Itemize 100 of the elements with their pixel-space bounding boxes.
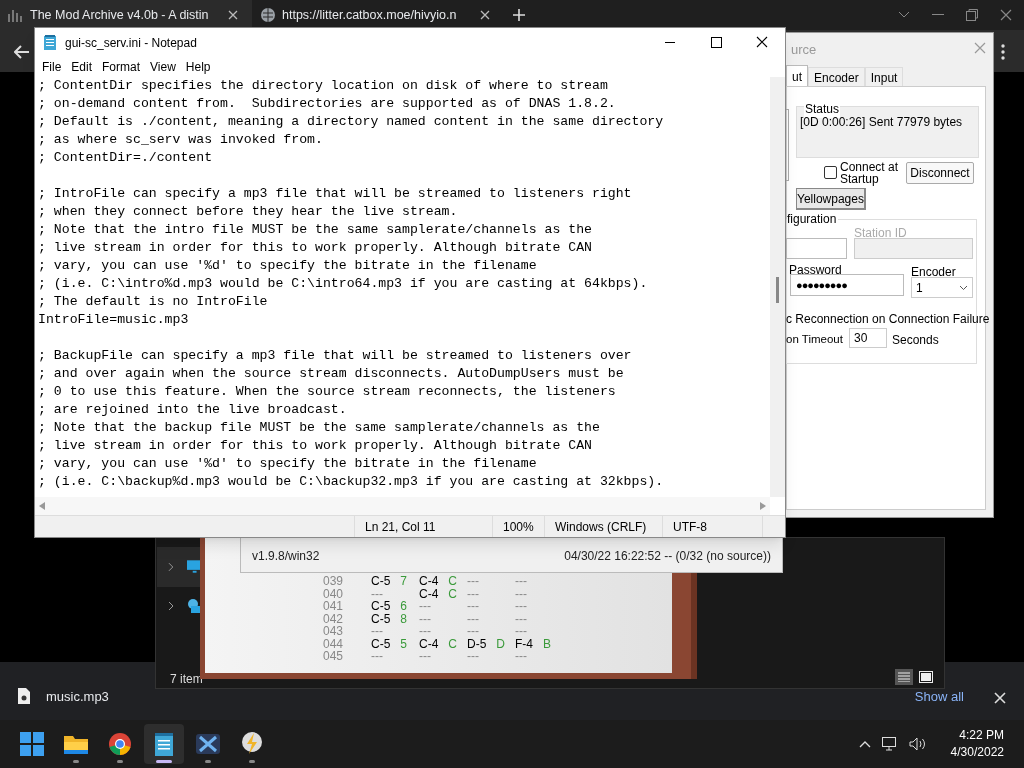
dialog-tab[interactable]: Encoder — [808, 67, 865, 87]
note-cell: C-4 — [419, 587, 439, 600]
scroll-left-icon[interactable] — [39, 502, 45, 510]
status-text: 04/30/22 16:22:52 -- (0/32 (no source)) — [564, 548, 771, 565]
row-number: 042 — [323, 612, 345, 625]
text-line: ; Default is ./content, meaning a directory named content in the same directory — [38, 113, 665, 131]
note-cell: --- — [515, 600, 527, 613]
note-cell: --- — [467, 625, 479, 638]
instrument-cell: B — [543, 637, 551, 650]
download-item[interactable]: music.mp3 — [18, 686, 238, 706]
menu-item[interactable]: File — [37, 58, 67, 76]
timeout-field[interactable]: 30 — [849, 328, 887, 348]
chevron-right-icon[interactable] — [168, 601, 174, 611]
note-cell: --- — [467, 612, 479, 625]
status-bar-item: 100% — [493, 516, 545, 537]
menu-item[interactable]: Format — [97, 58, 146, 76]
status-bar-item: Windows (CRLF) — [545, 516, 663, 537]
details-view-button[interactable] — [895, 669, 913, 685]
disconnect-button[interactable]: Disconnect — [906, 162, 974, 184]
note-cell: --- — [515, 650, 527, 663]
instrument-cell: 5 — [400, 637, 408, 650]
text-line: ; (i.e. C:\intro%d.mp3 would be C:\intro64.mp3 if you are casting at 64kbps). — [38, 275, 649, 293]
text-line: ; ContentDir specifies the directory location on disk of where to stream — [38, 77, 609, 95]
note-cell: --- — [515, 625, 527, 638]
vertical-scrollbar[interactable] — [770, 77, 785, 497]
menu-item[interactable]: Help — [180, 58, 216, 76]
note-cell: C-5 — [371, 600, 391, 613]
menu-item[interactable]: View — [145, 58, 181, 76]
chevron-up-icon[interactable] — [858, 740, 871, 748]
list-icon — [898, 672, 910, 682]
text-line: ; BackupFile can specify a mp3 file that will be streamed to listeners over — [38, 347, 633, 365]
notepad-icon — [44, 35, 56, 50]
taskbar-app[interactable] — [144, 724, 184, 764]
note-cell: --- — [371, 625, 383, 638]
instrument-cell: 8 — [400, 612, 408, 625]
option-label: c Reconnection on Connection Failure — [786, 311, 990, 328]
note-cell: C-4 — [419, 575, 439, 588]
dialog-tab[interactable]: ut — [786, 65, 808, 87]
close-icon[interactable] — [480, 10, 490, 20]
text-line: ; when they connect before they hear the live stream. — [38, 203, 459, 221]
instrument-cell: C — [448, 575, 457, 588]
note-cell: --- — [467, 587, 479, 600]
item-count: 7 item — [170, 671, 203, 688]
tiles-view-icon[interactable] — [919, 671, 933, 683]
volume-icon[interactable] — [908, 737, 927, 751]
plus-icon[interactable] — [512, 8, 526, 22]
start-icon — [18, 730, 46, 758]
note-cell: C-5 — [371, 612, 391, 625]
restore-icon[interactable] — [966, 9, 978, 21]
row-number: 039 — [323, 575, 345, 588]
chevron-down-icon[interactable] — [898, 11, 910, 19]
scrollbar-thumb[interactable] — [776, 277, 779, 303]
note-cell: C-4 — [419, 637, 439, 650]
encoder-dropdown[interactable]: 1 — [911, 277, 973, 298]
scroll-right-icon[interactable] — [760, 502, 766, 510]
note-cell: D-5 — [467, 637, 487, 650]
clock-date: 4/30/2022 — [950, 744, 1004, 761]
instrument-cell: C — [448, 637, 457, 650]
monitor-icon — [186, 560, 202, 574]
close-icon[interactable] — [228, 10, 238, 20]
password-field[interactable]: ●●●●●●●●● — [790, 274, 904, 296]
field-label: on Timeout — [786, 332, 843, 347]
menu-item[interactable]: Edit — [66, 58, 98, 76]
window-title: urce — [791, 41, 817, 59]
text-line: ; live stream in order for this to work properly. Although bitrate CAN — [38, 437, 593, 455]
text-line: ; as where sc_serv was invoked from. — [38, 131, 324, 149]
back-arrow-icon[interactable] — [14, 45, 30, 59]
nav-pane-item[interactable] — [157, 547, 202, 587]
text-line: ; Note that the backup file MUST be the same samplerate/channels as the — [38, 419, 601, 437]
network-icon[interactable] — [880, 736, 899, 752]
field-label: Station ID — [854, 225, 907, 242]
checkbox[interactable] — [824, 166, 837, 179]
note-cell: --- — [467, 575, 479, 588]
text-line: ; The default is no IntroFile — [38, 293, 269, 311]
chevron-right-icon[interactable] — [168, 562, 174, 572]
text-line: ; vary, you can use '%d' to specify the bitrate in the filename — [38, 455, 538, 473]
window-title: gui-sc_serv.ini - Notepad — [65, 34, 197, 52]
note-cell: --- — [371, 587, 383, 600]
note-cell: C-5 — [371, 575, 391, 588]
show-all-link[interactable]: Show all — [914, 686, 964, 706]
text-line: ; and over again when the source stream disconnects. AutoDumpUsers must be — [38, 365, 625, 383]
note-cell: F-4 — [515, 637, 533, 650]
note-cell: --- — [419, 625, 431, 638]
file-icon — [18, 688, 30, 705]
text-line: ; live stream in order for this to work properly. Although bitrate CAN — [38, 239, 593, 257]
note-cell: --- — [419, 650, 431, 663]
horizontal-scrollbar[interactable] — [35, 497, 770, 515]
instrument-cell: D — [496, 637, 505, 650]
minimize-icon[interactable] — [932, 14, 944, 16]
dialog-tab[interactable]: Input — [864, 67, 904, 87]
text-field[interactable] — [854, 238, 973, 259]
text-field[interactable] — [786, 238, 847, 259]
row-number: 040 — [323, 587, 345, 600]
browser-tab[interactable]: The Mod Archive v4.0b - A distin — [0, 0, 252, 30]
yellowpages-button[interactable]: Yellowpages — [796, 188, 866, 210]
note-cell: C-5 — [371, 637, 391, 650]
instrument-cell: C — [448, 587, 457, 600]
sound-bars-icon — [8, 8, 24, 22]
row-number: 044 — [323, 637, 345, 650]
kebab-menu-icon[interactable] — [1001, 44, 1005, 60]
